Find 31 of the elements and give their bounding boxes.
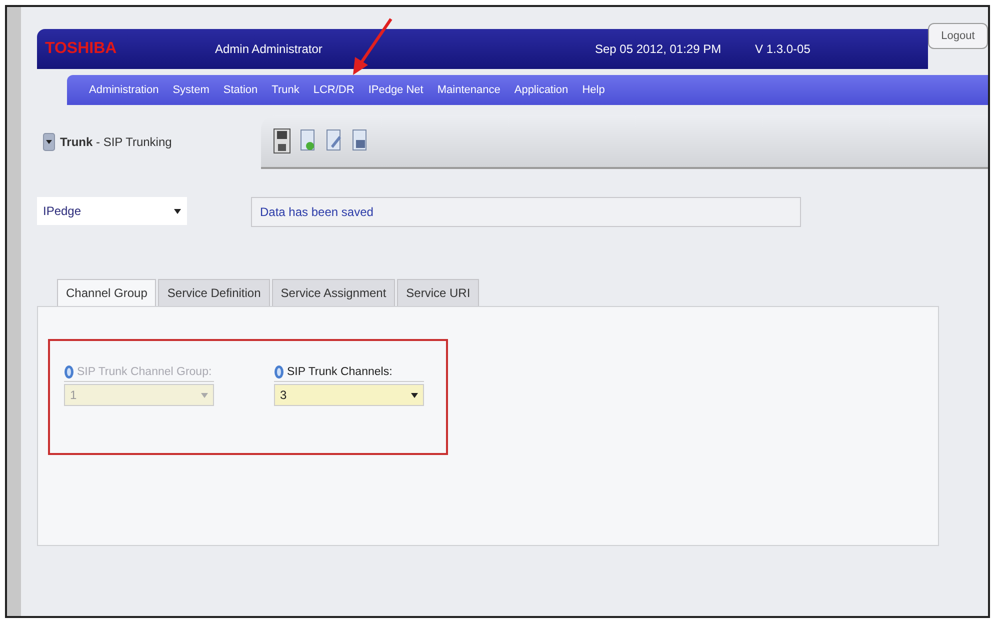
- tab[interactable]: Service Definition: [158, 279, 270, 306]
- value-dropdown[interactable]: 3: [274, 384, 424, 406]
- dropdown-caret-icon: [174, 208, 181, 214]
- logout-button[interactable]: Logout: [928, 23, 988, 49]
- status-message: Data has been saved: [251, 197, 801, 227]
- user-name: Admin Administrator: [215, 42, 324, 56]
- menu-item[interactable]: Trunk: [272, 84, 300, 96]
- dropdown-caret-icon: [411, 392, 418, 398]
- menu-item[interactable]: IPedge Net: [368, 84, 424, 96]
- info-icon: [64, 365, 74, 379]
- menu-item[interactable]: Station: [223, 84, 258, 96]
- page-title: Trunk - SIP Trunking: [60, 135, 172, 149]
- field-label: SIP Trunk Channel Group:: [77, 366, 212, 378]
- tab[interactable]: Service URI: [397, 279, 480, 306]
- version-text: V 1.3.0-05: [755, 42, 810, 56]
- node-select[interactable]: IPedge: [37, 197, 187, 225]
- menu-item[interactable]: Maintenance: [437, 84, 500, 96]
- date-time: Sep 05 2012, 01:29 PM: [595, 42, 722, 56]
- menu-item[interactable]: System: [172, 84, 210, 96]
- menu-item[interactable]: Administration: [89, 84, 159, 96]
- info-icon: [274, 365, 284, 379]
- save-icon[interactable]: [273, 128, 291, 154]
- tab[interactable]: Service Assignment: [272, 279, 396, 306]
- menu-item[interactable]: LCR/DR: [313, 84, 354, 96]
- logo: TOSHIBA: [45, 40, 118, 58]
- menu-item[interactable]: Help: [582, 84, 605, 96]
- tab[interactable]: Channel Group: [57, 279, 156, 306]
- collapse-icon[interactable]: [43, 133, 55, 151]
- field-label: SIP Trunk Channels:: [287, 366, 392, 378]
- dropdown-caret-icon: [201, 392, 208, 398]
- menu-item[interactable]: Application: [514, 84, 568, 96]
